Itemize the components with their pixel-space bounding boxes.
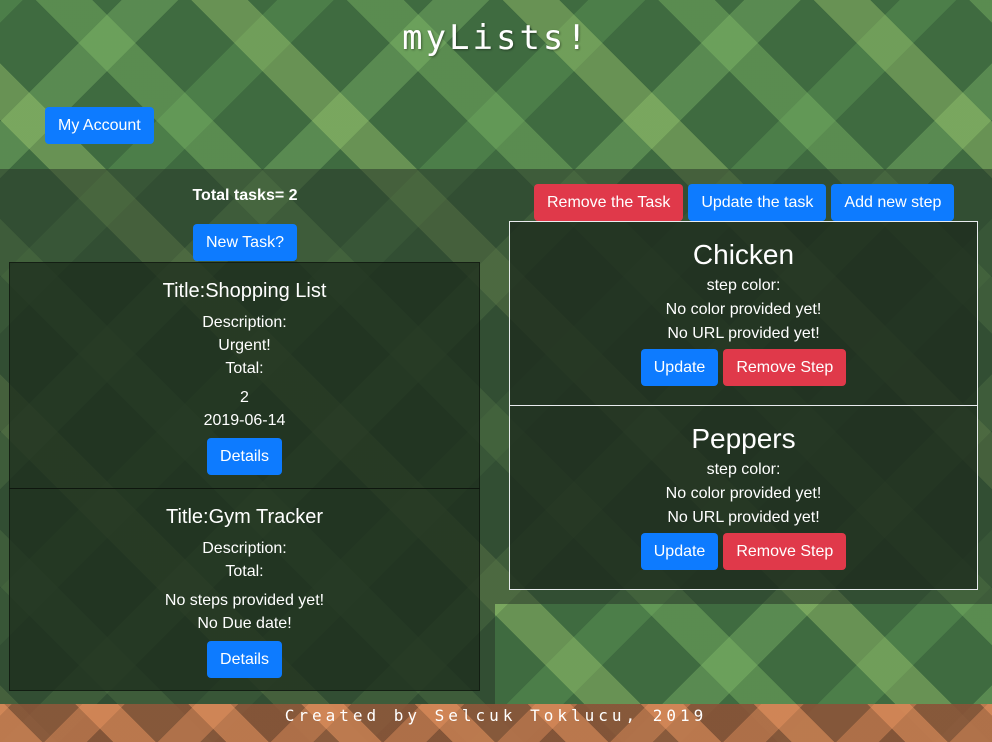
new-task-button[interactable]: New Task?: [193, 224, 297, 261]
task-description-label: Description:: [202, 314, 287, 331]
add-step-button[interactable]: Add new step: [831, 184, 955, 221]
task-title: Title:Shopping List: [162, 280, 327, 302]
step-color-value: No color provided yet!: [665, 485, 822, 502]
task-actions-toolbar: Remove the Task Update the task Add new …: [534, 184, 955, 221]
total-tasks-label: Total tasks= 2: [192, 187, 298, 204]
step-color-label: step color:: [706, 277, 781, 294]
task-total-value: 2: [240, 389, 249, 406]
update-task-button[interactable]: Update the task: [688, 184, 827, 221]
details-button[interactable]: Details: [207, 438, 282, 475]
task-card[interactable]: Title:Shopping List Description: Urgent!…: [9, 262, 480, 489]
my-account-button[interactable]: My Account: [45, 107, 154, 144]
step-card: Peppers step color: No color provided ye…: [509, 405, 978, 590]
task-description-label: Description:: [202, 540, 287, 557]
step-title: Peppers: [691, 423, 796, 454]
task-due-date: 2019-06-14: [203, 412, 286, 429]
step-url-value: No URL provided yet!: [667, 509, 820, 526]
app-title: myLists!: [402, 18, 590, 58]
task-total-label: Total:: [225, 360, 264, 377]
remove-step-button[interactable]: Remove Step: [723, 533, 847, 570]
task-steps-note: No steps provided yet!: [164, 592, 325, 609]
update-step-button[interactable]: Update: [640, 349, 719, 386]
update-step-button[interactable]: Update: [640, 533, 719, 570]
task-description: Urgent!: [218, 337, 271, 354]
task-total-label: Total:: [225, 563, 264, 580]
step-card: Chicken step color: No color provided ye…: [509, 221, 978, 406]
step-title: Chicken: [692, 239, 795, 270]
task-due-date: No Due date!: [197, 615, 292, 632]
step-color-value: No color provided yet!: [665, 301, 822, 318]
remove-step-button[interactable]: Remove Step: [723, 349, 847, 386]
step-color-label: step color:: [706, 461, 781, 478]
footer-credit: Created by Selcuk Toklucu, 2019: [284, 706, 708, 725]
remove-task-button[interactable]: Remove the Task: [534, 184, 684, 221]
task-card[interactable]: Title:Gym Tracker Description: Total: No…: [9, 488, 480, 691]
details-button[interactable]: Details: [207, 641, 282, 678]
step-url-value: No URL provided yet!: [667, 325, 820, 342]
task-title: Title:Gym Tracker: [165, 506, 324, 528]
